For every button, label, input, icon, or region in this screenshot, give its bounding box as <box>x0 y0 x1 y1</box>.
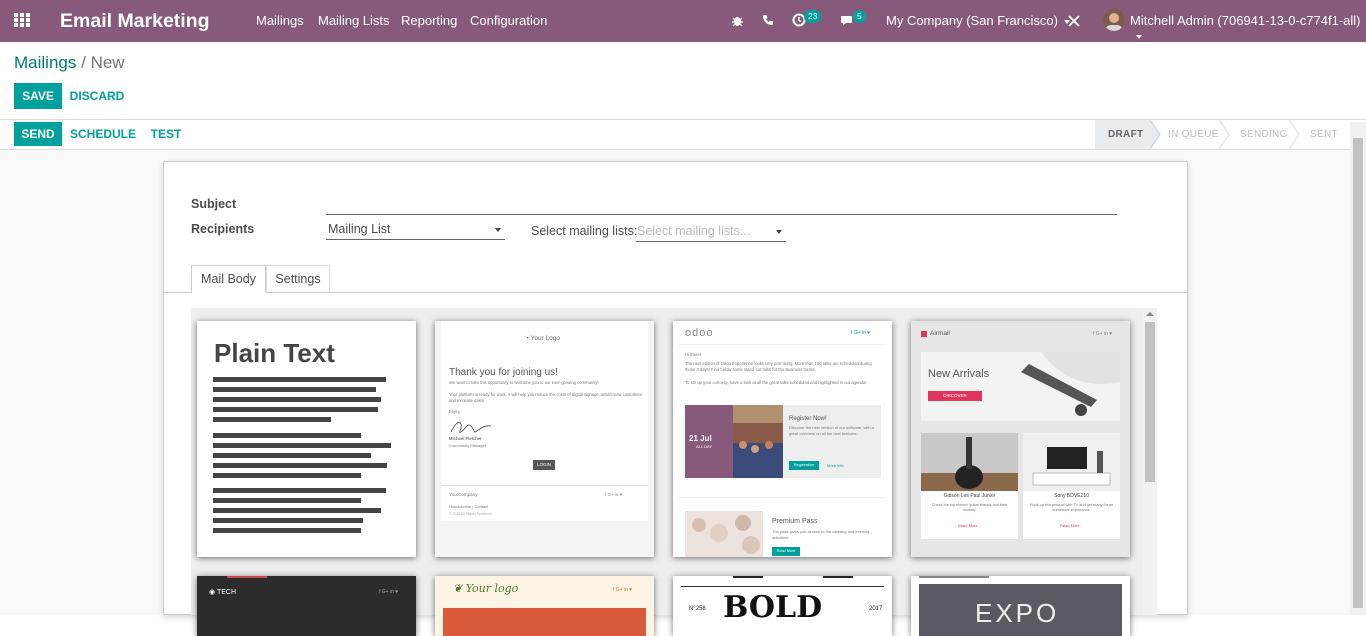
chevron-down-icon <box>495 228 501 232</box>
breadcrumb-parent[interactable]: Mailings <box>14 53 76 72</box>
template-expo[interactable]: EXPO <box>911 576 1130 636</box>
sony-photo <box>1023 433 1120 491</box>
company-switcher[interactable]: My Company (San Francisco) <box>886 13 1070 28</box>
status-bar: SEND SCHEDULE TEST DRAFT IN QUEUE SENDIN… <box>0 119 1366 150</box>
welcome-heading: Thank you for joining us! <box>449 367 558 378</box>
user-name: Mitchell Admin (706941-13-0-c774f1-all) <box>1130 13 1361 28</box>
breadcrumb-current: New <box>90 53 125 72</box>
tab-divider <box>163 292 1188 293</box>
recipients-label: Recipients <box>191 222 255 236</box>
bug-icon[interactable] <box>731 14 744 27</box>
social-icons: f G+ in ♥ <box>613 587 633 593</box>
stage-sent[interactable]: SENT <box>1310 129 1338 140</box>
stage-draft[interactable]: DRAFT <box>1108 129 1143 140</box>
discard-button[interactable]: DISCARD <box>67 83 127 109</box>
welcome-logo: ◔ Your Logo <box>525 335 561 342</box>
apps-menu-icon[interactable] <box>14 13 31 28</box>
scroll-up-icon[interactable] <box>1146 311 1154 317</box>
menu-mailing-lists[interactable]: Mailing Lists <box>318 13 390 28</box>
save-button[interactable]: SAVE <box>14 83 62 109</box>
top-navbar: Email Marketing Mailings Mailing Lists R… <box>0 0 1366 42</box>
template-bold[interactable]: N°258 2017 BOLD <box>673 576 892 636</box>
template-tech[interactable]: ◉ TECH f G+ in ♥ <box>197 576 416 636</box>
stage-separator <box>1219 120 1230 149</box>
stage-separator <box>1289 120 1300 149</box>
gallery-scrollbar[interactable] <box>1143 308 1157 615</box>
stage-separator <box>1150 120 1161 149</box>
odoo-logo: odoo <box>685 327 714 339</box>
subject-label: Subject <box>191 197 237 211</box>
chevron-down-icon <box>1136 34 1142 39</box>
social-icons: f G+ in ♥ <box>379 589 399 595</box>
social-icons: f G+ in ♥ <box>605 492 623 497</box>
tab-mail-body[interactable]: Mail Body <box>191 265 266 293</box>
guitar-photo <box>921 433 1018 491</box>
pass-photo <box>685 511 763 557</box>
page-scrollbar[interactable] <box>1350 122 1366 615</box>
template-plain-text[interactable]: Plain Text <box>197 321 416 557</box>
stage-in-queue[interactable]: IN QUEUE <box>1168 129 1219 140</box>
user-menu[interactable]: Mitchell Admin (706941-13-0-c774f1-all) <box>1130 13 1366 43</box>
activity-count-badge: 23 <box>804 10 822 23</box>
menu-configuration[interactable]: Configuration <box>470 13 547 28</box>
chevron-down-icon <box>776 230 782 234</box>
recipients-value: Mailing List <box>328 222 391 236</box>
breadcrumb: Mailings / New <box>14 53 125 73</box>
send-button[interactable]: SEND <box>14 122 62 146</box>
tab-settings[interactable]: Settings <box>266 265 330 293</box>
arrivals-banner <box>921 352 1120 421</box>
breadcrumb-separator: / <box>81 53 86 72</box>
stage-sending[interactable]: SENDING <box>1240 129 1288 140</box>
company-name: My Company (San Francisco) <box>886 13 1058 28</box>
tech-logo: ◉ TECH <box>209 589 236 596</box>
template-event[interactable]: odoo f G+ in ♥ Hi there! The next editio… <box>673 321 892 557</box>
mailing-lists-label: Select mailing lists: <box>531 224 638 238</box>
messages-count-badge: 5 <box>853 10 866 23</box>
phone-icon[interactable] <box>762 14 774 26</box>
template-title: Plain Text <box>214 338 335 368</box>
event-photo <box>733 405 783 478</box>
template-yourlogo[interactable]: ❦ Your logo f G+ in ♥ <box>435 576 654 636</box>
template-welcome[interactable]: ◔ Your Logo Thank you for joining us! We… <box>435 321 654 557</box>
test-button[interactable]: TEST <box>146 122 186 146</box>
menu-mailings[interactable]: Mailings <box>256 13 304 28</box>
schedule-button[interactable]: SCHEDULE <box>68 122 138 146</box>
recipients-select[interactable]: Mailing List <box>326 222 505 240</box>
debug-tools-icon[interactable] <box>1068 15 1080 27</box>
signature-icon <box>450 422 492 433</box>
social-icons: f G+ in ♥ <box>1093 331 1113 337</box>
login-button: LOGIN <box>533 460 555 470</box>
avatar[interactable] <box>1103 9 1125 31</box>
yourlogo-logo: ❦ Your logo <box>453 582 519 595</box>
menu-reporting[interactable]: Reporting <box>401 13 457 28</box>
mailing-lists-placeholder: Select mailing lists... <box>637 224 751 238</box>
template-shop[interactable]: Airmail f G+ in ♥ New Arrivals DISCOVER … <box>911 321 1130 557</box>
app-title: Email Marketing <box>60 10 210 32</box>
social-icons: f G+ in ♥ <box>851 330 871 336</box>
subject-input[interactable] <box>326 197 1117 215</box>
mailing-lists-input[interactable]: Select mailing lists... <box>636 224 786 242</box>
